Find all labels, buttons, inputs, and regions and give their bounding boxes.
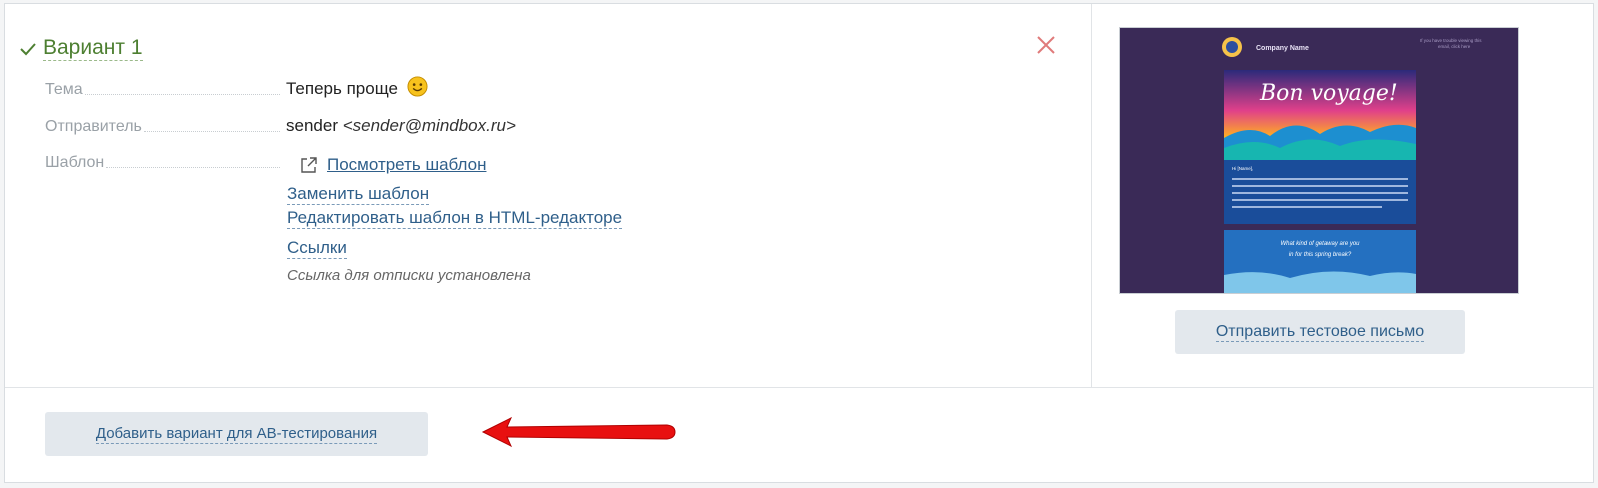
replace-template-link[interactable]: Заменить шаблон	[287, 184, 430, 205]
view-template-text[interactable]: Посмотреть шаблон	[327, 155, 486, 175]
view-template-link[interactable]: Посмотреть шаблон	[299, 155, 486, 175]
sender-email: <sender@mindbox.ru>	[342, 116, 516, 135]
add-ab-variant-label: Добавить вариант для АВ-тестирования	[95, 424, 378, 444]
horizontal-divider	[5, 387, 1593, 388]
subject-value: Теперь проще	[286, 76, 428, 99]
email-preview-image: Company Name If you have trouble viewing…	[1120, 28, 1518, 293]
edit-html-template-link[interactable]: Редактировать шаблон в HTML-редакторе	[287, 208, 623, 229]
subject-row: Тема Теперь проще	[45, 76, 428, 99]
email-preview[interactable]: Company Name If you have trouble viewing…	[1119, 27, 1519, 294]
smiley-icon	[407, 76, 428, 97]
red-arrow-annotation	[481, 416, 676, 448]
close-icon[interactable]	[1035, 34, 1057, 56]
sender-label: Отправитель	[45, 118, 286, 136]
template-label: Шаблон	[45, 154, 286, 172]
template-row: Шаблон	[45, 154, 286, 172]
variant-title: Вариант 1	[19, 36, 143, 61]
subject-label: Тема	[45, 81, 286, 99]
sender-value: sender <sender@mindbox.ru>	[286, 116, 516, 135]
preview-question-line2: in for this spring break?	[1289, 252, 1352, 258]
preview-greeting: Hi [Name],	[1232, 166, 1253, 171]
sender-row: Отправитель sender <sender@mindbox.ru>	[45, 116, 516, 136]
preview-hero-text: Bon voyage!	[1259, 81, 1398, 106]
preview-company-name: Company Name	[1256, 45, 1309, 52]
add-ab-variant-button[interactable]: Добавить вариант для АВ-тестирования	[45, 412, 428, 456]
check-icon	[20, 42, 36, 55]
svg-text:email, click here: email, click here	[1438, 44, 1471, 49]
external-link-icon	[301, 157, 317, 173]
links-link[interactable]: Ссылки	[287, 238, 347, 259]
send-test-label: Отправить тестовое письмо	[1215, 322, 1425, 342]
preview-question-line1: What kind of getaway are you	[1280, 241, 1360, 247]
unsubscribe-note: Ссылка для отписки установлена	[287, 267, 531, 284]
vertical-divider	[1091, 4, 1092, 387]
svg-text:If you have trouble viewing th: If you have trouble viewing this	[1420, 38, 1482, 43]
send-test-button[interactable]: Отправить тестовое письмо	[1175, 310, 1465, 354]
variant-name[interactable]: Вариант 1	[43, 36, 143, 61]
variant-card: Вариант 1 Тема Теперь проще Отправитель …	[4, 3, 1594, 483]
